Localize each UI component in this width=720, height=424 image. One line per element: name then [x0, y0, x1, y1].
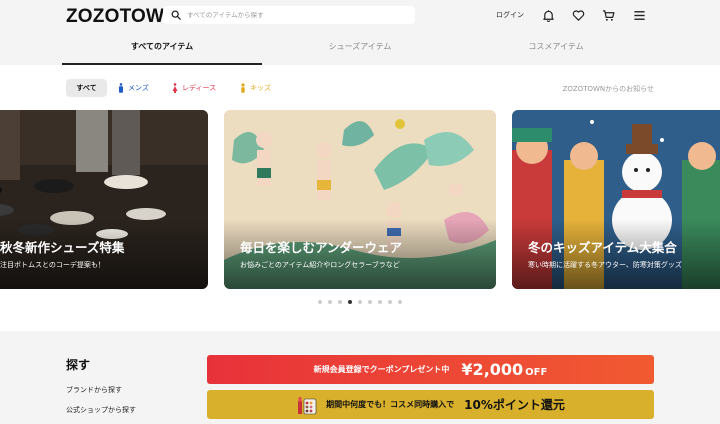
carousel-dot[interactable] — [388, 300, 392, 304]
filter-men[interactable]: メンズ — [118, 79, 149, 97]
filter-kids[interactable]: キッズ — [240, 79, 271, 97]
cosme-points-banner[interactable]: 期間中何度でも！コスメ同時購入で 10%ポイント還元 — [207, 390, 654, 419]
heart-icon[interactable] — [569, 6, 587, 24]
main-content: すべて メンズ レディース キッズ ZOZOTOWNからのお知らせ 秋冬新作シュ… — [0, 65, 720, 331]
card-subtitle: お悩みごとのアイテム紹介やロングセラーブラなど — [240, 261, 400, 269]
header: ZOZOTOWN ログイン すべてのアイテム シューズアイテム コスメアイテム — [0, 0, 720, 66]
menu-icon[interactable] — [630, 6, 648, 24]
carousel-dot[interactable] — [368, 300, 372, 304]
card-title: 秋冬新作シューズ特集 — [0, 240, 125, 255]
coupon-banner-text: 新規会員登録でクーポンプレゼント中 — [313, 365, 450, 374]
link-search-by-official-shop[interactable]: 公式ショップから探す — [66, 405, 136, 415]
carousel-card-kids[interactable]: 冬のキッズアイテム大集合 寒い時期に活躍する冬アウター、防寒対策グッズ — [512, 110, 720, 289]
carousel-card-underwear[interactable]: 毎日を楽しむアンダーウェア お悩みごとのアイテム紹介やロングセラーブラなど — [224, 110, 496, 289]
card-subtitle: 注目ボトムスとのコーデ提案も！ — [0, 261, 105, 269]
carousel-dot[interactable] — [338, 300, 342, 304]
carousel-dot[interactable] — [348, 300, 352, 304]
tab-cosme-items[interactable]: コスメアイテム — [456, 36, 656, 65]
kid-icon — [241, 83, 245, 93]
login-link[interactable]: ログイン — [496, 10, 524, 20]
notice-link[interactable]: ZOZOTOWNからのお知らせ — [563, 84, 654, 94]
filter-kids-label: キッズ — [250, 84, 271, 92]
search-icon — [171, 10, 181, 20]
coupon-off-label: OFF — [525, 367, 548, 378]
filter-ladies-label: レディース — [182, 84, 217, 92]
search-bar[interactable] — [163, 6, 415, 24]
search-input[interactable] — [187, 11, 397, 19]
search-section-title: 探す — [66, 358, 91, 372]
cart-icon[interactable] — [599, 6, 617, 24]
card-subtitle: 寒い時期に活躍する冬アウター、防寒対策グッズ — [528, 261, 682, 269]
cosme-points-highlight: 10%ポイント還元 — [464, 398, 565, 412]
card-title: 冬のキッズアイテム大集合 — [528, 240, 677, 255]
feature-carousel: 秋冬新作シューズ特集 注目ボトムスとのコーデ提案も！ 毎日を楽しむアンダーウェア… — [0, 110, 720, 290]
carousel-card-shoes[interactable]: 秋冬新作シューズ特集 注目ボトムスとのコーデ提案も！ — [0, 110, 208, 289]
carousel-pagination — [0, 300, 720, 308]
link-search-by-brand[interactable]: ブランドから探す — [66, 385, 122, 395]
woman-icon — [172, 83, 178, 93]
carousel-dot[interactable] — [378, 300, 382, 304]
coupon-banner[interactable]: 新規会員登録でクーポンプレゼント中 ¥2,000 OFF — [207, 355, 654, 384]
lower-section: 探す ブランドから探す 公式ショップから探す 新規会員登録でクーポンプレゼント中… — [0, 331, 720, 424]
filter-all[interactable]: すべて — [66, 79, 107, 97]
cosmetics-icon — [298, 396, 317, 414]
zozotown-logo[interactable]: ZOZOTOWN — [66, 6, 178, 28]
gender-filter: すべて メンズ レディース キッズ ZOZOTOWNからのお知らせ — [0, 65, 720, 110]
coupon-amount: ¥2,000 — [461, 360, 524, 379]
filter-ladies[interactable]: レディース — [172, 79, 216, 97]
carousel-dot[interactable] — [318, 300, 322, 304]
man-icon — [119, 83, 123, 93]
bell-icon[interactable] — [539, 6, 557, 24]
tab-all-items[interactable]: すべてのアイテム — [62, 36, 262, 65]
carousel-dot[interactable] — [328, 300, 332, 304]
card-title: 毎日を楽しむアンダーウェア — [240, 240, 403, 255]
carousel-dot[interactable] — [358, 300, 362, 304]
filter-men-label: メンズ — [128, 84, 149, 92]
tab-shoes-items[interactable]: シューズアイテム — [260, 36, 460, 65]
category-tabs: すべてのアイテム シューズアイテム コスメアイテム — [0, 36, 720, 65]
carousel-dot[interactable] — [398, 300, 402, 304]
cosme-banner-text: 期間中何度でも！コスメ同時購入で — [326, 400, 455, 409]
